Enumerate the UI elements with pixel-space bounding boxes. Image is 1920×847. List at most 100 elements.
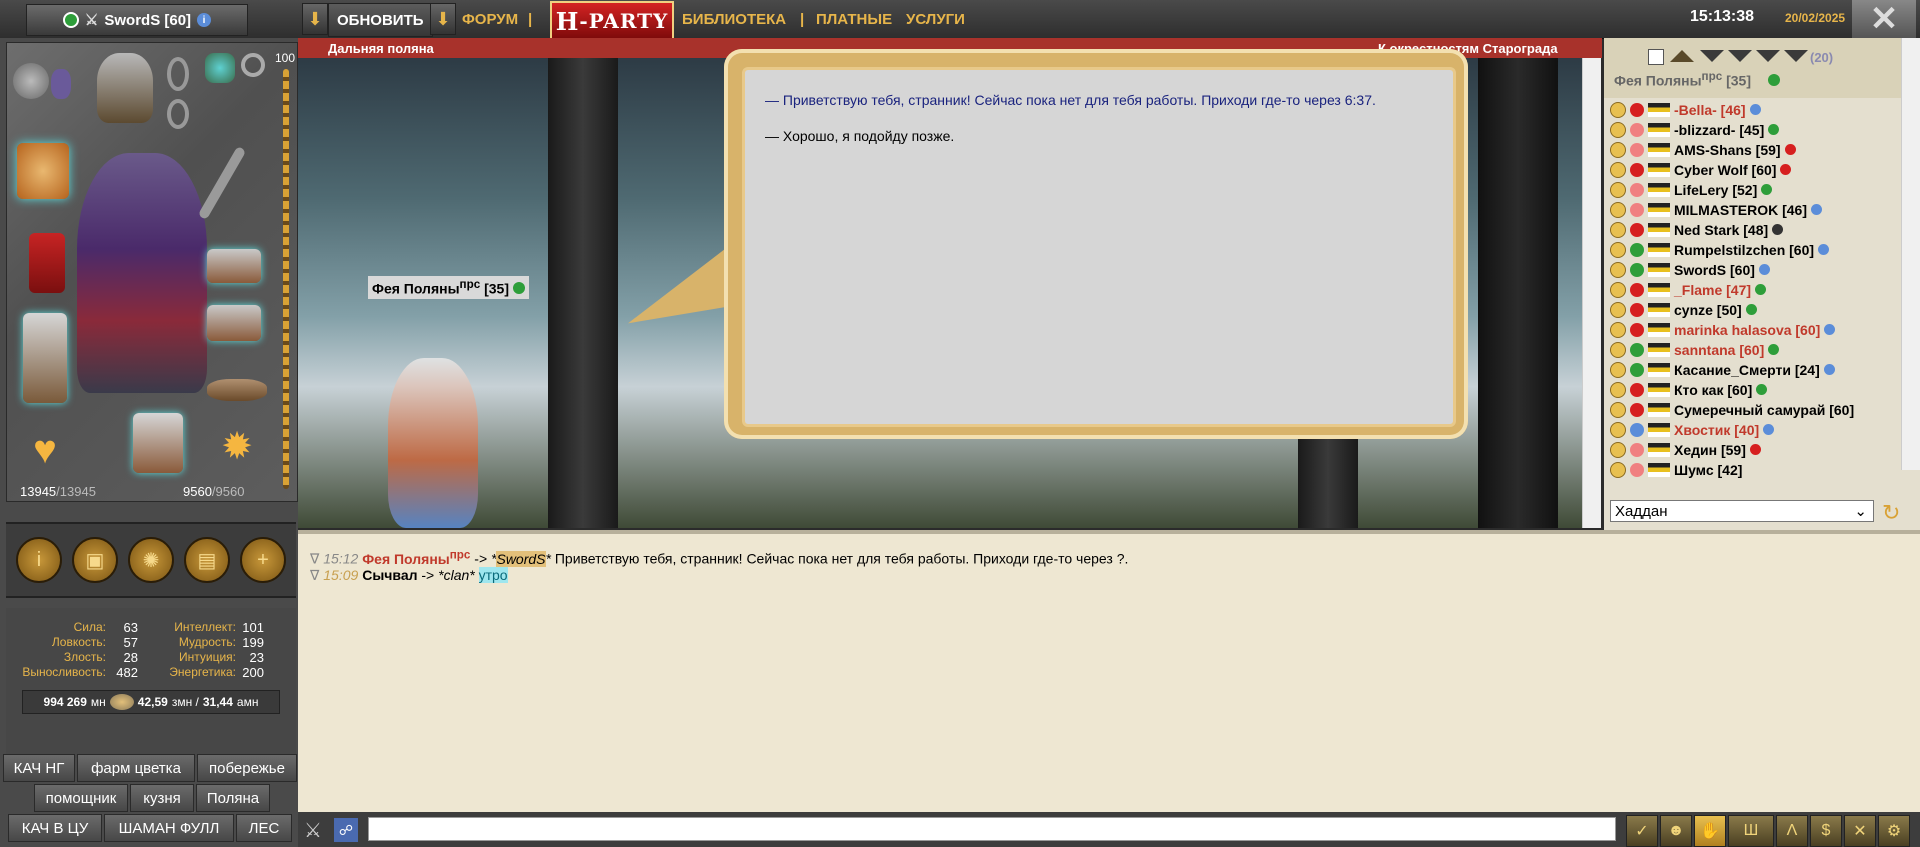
quick-button[interactable]: побережье (197, 754, 297, 782)
player-name[interactable]: cynze [50] (1674, 302, 1742, 318)
swords-icon[interactable]: ✕ (1844, 815, 1876, 847)
online-player-row[interactable]: AMS-Shans [59] (1610, 140, 1796, 159)
clan-icon[interactable] (1648, 162, 1670, 177)
quick-button[interactable]: КАЧ НГ (3, 754, 75, 782)
online-player-row[interactable]: Хвостик [40] (1610, 420, 1775, 439)
online-player-row[interactable]: cynze [50] (1610, 300, 1757, 319)
player-name[interactable]: Кто как [60] (1674, 382, 1752, 398)
online-player-row[interactable]: MILMASTEROK [46] (1610, 200, 1822, 219)
online-player-row[interactable]: Cyber Wolf [60] (1610, 160, 1792, 179)
quick-button[interactable]: КАЧ В ЦУ (8, 814, 102, 842)
sun-icon[interactable]: ✹ (217, 427, 257, 467)
info-icon[interactable] (1768, 344, 1780, 355)
online-player-row[interactable]: marinka halasova [60] (1610, 320, 1836, 339)
clan-icon[interactable] (1648, 402, 1670, 417)
clan-icon[interactable] (1648, 262, 1670, 277)
clan-icon[interactable] (1648, 362, 1670, 377)
ring-icon[interactable] (167, 99, 189, 129)
group-icon[interactable]: ☍ (334, 818, 358, 842)
sort-down-icon[interactable] (1728, 50, 1752, 62)
info-icon[interactable] (1761, 184, 1773, 195)
ring-icon[interactable] (241, 53, 265, 77)
online-player-row[interactable]: Rumpelstilzchen [60] (1610, 240, 1830, 259)
player-name[interactable]: Ned Stark [48] (1674, 222, 1768, 238)
info-icon[interactable] (1823, 364, 1835, 375)
info-icon[interactable] (1784, 144, 1796, 155)
chat-expand-icon[interactable]: ∇ (310, 567, 319, 583)
sort-up-icon[interactable] (1670, 50, 1694, 62)
quick-button[interactable]: ШАМАН ФУЛЛ (104, 814, 234, 842)
fight-status-icon[interactable] (1630, 222, 1644, 237)
info-icon[interactable]: i (197, 13, 212, 27)
lock-icon[interactable] (1610, 241, 1626, 258)
chat-sender[interactable]: Сычвал (362, 567, 417, 583)
chat-target[interactable]: SwordS (496, 550, 546, 567)
dialog-reply-option[interactable]: — Хорошо, я подойду позже. (765, 128, 954, 144)
player-name[interactable]: -blizzard- [45] (1674, 122, 1764, 138)
boots-icon[interactable] (133, 413, 183, 473)
room-select[interactable]: Хаддан ⌄ (1610, 500, 1874, 522)
fight-status-icon[interactable] (1630, 462, 1644, 477)
clan-icon[interactable] (1648, 322, 1670, 337)
refresh-button[interactable]: ОБНОВИТЬ (328, 3, 433, 37)
info-icon[interactable] (1780, 164, 1792, 175)
fight-status-icon[interactable] (1630, 282, 1644, 297)
lock-icon[interactable] (1610, 361, 1626, 378)
lock-icon[interactable] (1610, 161, 1626, 178)
fight-status-icon[interactable] (1630, 342, 1644, 357)
lock-icon[interactable] (1610, 121, 1626, 138)
online-player-row[interactable]: Касание_Смерти [24] (1610, 360, 1835, 379)
scene-scrollbar[interactable] (1582, 58, 1601, 528)
info-icon[interactable] (1768, 74, 1780, 86)
lock-icon[interactable] (1610, 101, 1626, 118)
player-name[interactable]: -Bella- [46] (1674, 102, 1746, 118)
online-player-row[interactable]: sanntana [60] (1610, 340, 1780, 359)
sort-down-icon[interactable] (1756, 50, 1780, 62)
clan-icon[interactable] (1648, 422, 1670, 437)
info-icon[interactable] (1745, 304, 1757, 315)
fight-status-icon[interactable] (1630, 402, 1644, 417)
lock-icon[interactable] (1610, 261, 1626, 278)
info-icon[interactable] (1818, 244, 1830, 255)
player-name[interactable]: AMS-Shans [59] (1674, 142, 1781, 158)
fight-status-icon[interactable] (1630, 262, 1644, 277)
player-name[interactable]: Хвостик [40] (1674, 422, 1759, 438)
inventory-icon[interactable]: ▣ (72, 537, 118, 583)
npc-name-label[interactable]: Фея Поляныпрс [35] (368, 276, 529, 299)
fight-status-icon[interactable] (1630, 362, 1644, 377)
forum-link[interactable]: ФОРУМ (462, 3, 518, 35)
info-icon[interactable] (1758, 264, 1770, 275)
services-link[interactable]: УСЛУГИ (906, 3, 965, 35)
fight-status-icon[interactable] (1630, 182, 1644, 197)
info-icon[interactable] (1811, 204, 1822, 215)
lock-icon[interactable] (1610, 341, 1626, 358)
lock-icon[interactable] (1610, 421, 1626, 438)
leggings-icon[interactable] (23, 313, 67, 403)
close-button[interactable]: ✕ (1852, 0, 1916, 38)
online-player-row[interactable]: Шумс [42] (1610, 460, 1742, 479)
fight-status-icon[interactable] (1630, 162, 1644, 177)
info-icon[interactable] (512, 281, 525, 294)
library-link[interactable]: БИБЛИОТЕКА (682, 3, 786, 35)
hand-icon[interactable]: ✋ (1694, 815, 1726, 847)
player-name[interactable]: Хедин [59] (1674, 442, 1746, 458)
earring-slot-icon[interactable] (51, 69, 71, 99)
info-icon[interactable]: i (16, 537, 62, 583)
forum-arrow-icon[interactable]: ⬇ (430, 3, 456, 35)
fight-status-icon[interactable] (1630, 442, 1644, 457)
clan-icon[interactable] (1648, 382, 1670, 397)
chat-sender[interactable]: Фея Поляныпрс (362, 548, 470, 567)
quick-button[interactable]: ЛЕС (236, 814, 292, 842)
lock-icon[interactable] (1610, 221, 1626, 238)
helmet-icon[interactable] (97, 53, 153, 123)
info-icon[interactable] (1756, 384, 1768, 395)
check-icon[interactable]: ✓ (1626, 815, 1658, 847)
clan-icon[interactable] (1648, 222, 1670, 237)
lock-icon[interactable] (1610, 461, 1626, 478)
mask-icon[interactable]: ☻ (1660, 815, 1692, 847)
sword-icon[interactable] (197, 145, 247, 221)
refresh-icon[interactable]: ↻ (1882, 500, 1900, 526)
chat-target[interactable]: clan (444, 567, 470, 583)
fight-status-icon[interactable] (1630, 242, 1644, 257)
dollar-icon[interactable]: $ (1810, 815, 1842, 847)
